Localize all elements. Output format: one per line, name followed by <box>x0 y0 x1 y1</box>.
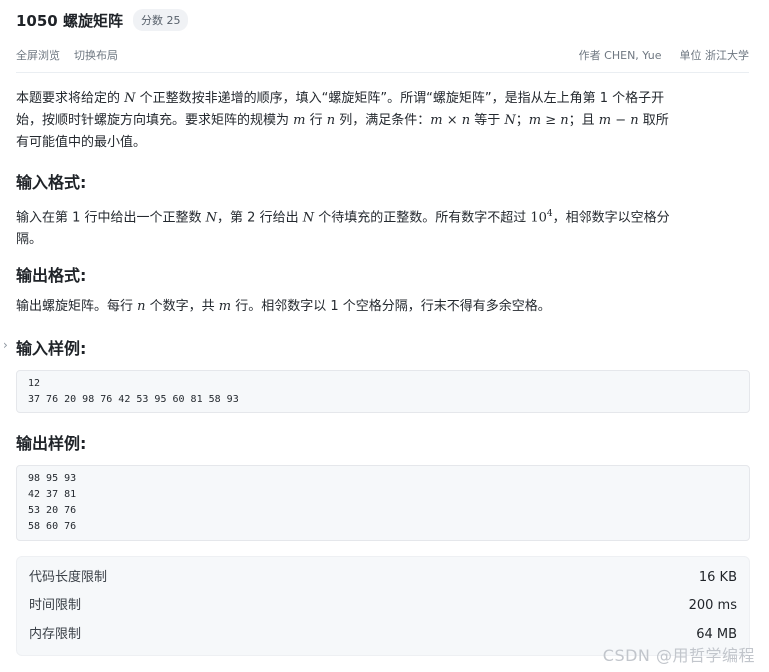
output-format-text: 输出螺旋矩阵。每行 n 个数字，共 m 行。相邻数字以 1 个空格分隔，行末不得… <box>16 296 751 318</box>
desc-text: 始，按顺时针螺旋方向填充。要求矩阵的规模为 <box>16 113 294 128</box>
csdn-watermark: CSDN @用哲学编程 <box>602 646 755 665</box>
problem-header: 1050 螺旋矩阵 分数 25 <box>16 9 189 31</box>
math-var: m <box>293 113 306 128</box>
switch-layout-button[interactable]: 切换布局 <box>74 47 118 63</box>
desc-text: ，第 2 行给出 <box>217 210 303 226</box>
desc-text: 列，满足条件： <box>335 113 431 128</box>
desc-text: 等于 <box>470 113 505 128</box>
time-limit-value: 200 ms <box>688 598 737 613</box>
header-divider <box>16 72 749 73</box>
sample-output-heading: 输出样例: <box>16 434 87 453</box>
memory-limit-label: 内存限制 <box>29 627 82 642</box>
math-var: n <box>137 299 146 314</box>
desc-text: ； <box>515 113 529 128</box>
time-limit-label: 时间限制 <box>29 598 82 613</box>
desc-text: 取所 <box>638 113 669 128</box>
math-expr: m × n <box>430 113 471 128</box>
desc-text: ，相邻数字以空格分 <box>552 210 670 226</box>
problem-title: 1050 螺旋矩阵 <box>16 11 123 30</box>
math-expr: m − n <box>598 113 639 128</box>
math-var: N <box>205 210 218 226</box>
output-format-heading: 输出格式: <box>16 266 87 285</box>
desc-text: 本题要求将给定的 <box>16 91 125 106</box>
problem-meta: 全屏浏览 切换布局 作者 CHEN, Yue 单位 浙江大学 <box>16 47 749 65</box>
limit-row: 代码长度限制 16 KB <box>29 567 737 589</box>
limit-row: 时间限制 200 ms <box>29 595 737 617</box>
input-format-heading: 输入格式: <box>16 173 87 192</box>
score-badge: 分数 25 <box>132 9 189 31</box>
chevron-right-icon[interactable]: › <box>3 337 15 353</box>
desc-text: 个待填充的正整数。所有数字不超过 <box>314 210 531 226</box>
desc-text: 行。相邻数字以 1 个空格分隔，行末不得有多余空格。 <box>231 299 551 314</box>
problem-page: 1050 螺旋矩阵 分数 25 全屏浏览 切换布局 作者 CHEN, Yue 单… <box>0 0 769 672</box>
fullscreen-button[interactable]: 全屏浏览 <box>16 47 60 63</box>
desc-text: 输入在第 1 行中给出一个正整数 <box>16 210 206 226</box>
desc-text: 有可能值中的最小值。 <box>16 135 147 150</box>
desc-text: ；且 <box>568 113 599 128</box>
code-length-limit-value: 16 KB <box>698 570 737 585</box>
problem-info: 作者 CHEN, Yue 单位 浙江大学 <box>579 47 749 63</box>
limits-panel: 代码长度限制 16 KB 时间限制 200 ms 内存限制 64 MB <box>16 556 750 656</box>
problem-description: 本题要求将给定的 N 个正整数按非递增的顺序，填入“螺旋矩阵”。所谓“螺旋矩阵”… <box>16 88 751 154</box>
unit-label: 单位 浙江大学 <box>679 49 750 62</box>
math-var: n <box>326 113 336 128</box>
math-var: N <box>124 91 136 106</box>
math-var: m <box>218 299 232 314</box>
math-var: N <box>504 113 516 128</box>
math-num: 10 <box>530 210 547 226</box>
view-actions: 全屏浏览 切换布局 <box>16 47 118 63</box>
desc-text: 个正整数按非递增的顺序，填入“螺旋矩阵”。所谓“螺旋矩阵”，是指从左上角第 1 … <box>135 91 665 106</box>
sample-input-heading: 输入样例: <box>16 339 87 358</box>
desc-text: 输出螺旋矩阵。每行 <box>16 299 138 314</box>
math-expr: m ≥ n <box>528 113 569 128</box>
sample-output-code[interactable]: 98 95 93 42 37 81 53 20 76 58 60 76 <box>16 465 750 541</box>
author-label: 作者 CHEN, Yue <box>578 49 662 62</box>
math-var: N <box>302 210 315 226</box>
input-format-text: 输入在第 1 行中给出一个正整数 N，第 2 行给出 N 个待填充的正整数。所有… <box>16 203 751 251</box>
code-length-limit-label: 代码长度限制 <box>29 570 108 585</box>
desc-text: 行 <box>305 113 327 128</box>
sample-input-code[interactable]: 12 37 76 20 98 76 42 53 95 60 81 58 93 <box>16 370 750 413</box>
desc-text: 个数字，共 <box>145 299 219 314</box>
desc-text: 隔。 <box>16 232 43 248</box>
